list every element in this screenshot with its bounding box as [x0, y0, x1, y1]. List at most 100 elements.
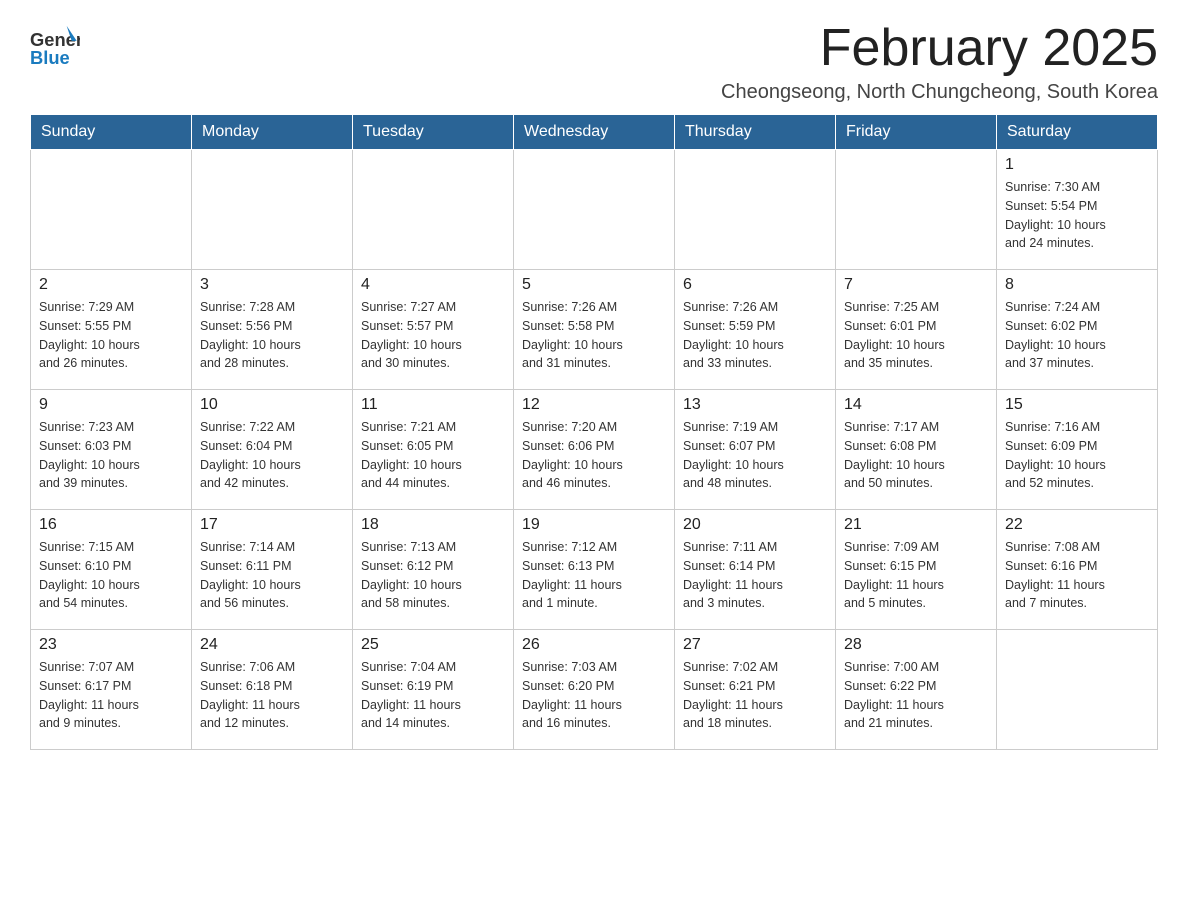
- calendar-cell: 14 Sunrise: 7:17 AM Sunset: 6:08 PM Dayli…: [836, 390, 997, 510]
- title-block: February 2025 Cheongseong, North Chungch…: [721, 20, 1158, 104]
- day-info: Sunrise: 7:00 AM Sunset: 6:22 PM Dayligh…: [844, 658, 988, 733]
- day-info: Sunrise: 7:08 AM Sunset: 6:16 PM Dayligh…: [1005, 538, 1149, 613]
- calendar-cell: 9 Sunrise: 7:23 AM Sunset: 6:03 PM Daylig…: [31, 390, 192, 510]
- day-number: 5: [522, 276, 666, 294]
- day-number: 15: [1005, 396, 1149, 414]
- day-number: 17: [200, 516, 344, 534]
- calendar-cell: 21 Sunrise: 7:09 AM Sunset: 6:15 PM Dayli…: [836, 510, 997, 630]
- day-info: Sunrise: 7:24 AM Sunset: 6:02 PM Dayligh…: [1005, 298, 1149, 373]
- day-info: Sunrise: 7:13 AM Sunset: 6:12 PM Dayligh…: [361, 538, 505, 613]
- calendar-cell: 25Sunrise: 7:04 AM Sunset: 6:19 PM Dayli…: [353, 630, 514, 750]
- calendar-cell: [997, 630, 1158, 750]
- day-number: 7: [844, 276, 988, 294]
- calendar-cell: 18 Sunrise: 7:13 AM Sunset: 6:12 PM Dayli…: [353, 510, 514, 630]
- day-number: 16: [39, 516, 183, 534]
- day-info: Sunrise: 7:22 AM Sunset: 6:04 PM Dayligh…: [200, 418, 344, 493]
- calendar-cell: 3 Sunrise: 7:28 AM Sunset: 5:56 PM Daylig…: [192, 270, 353, 390]
- day-number: 2: [39, 276, 183, 294]
- calendar-cell: 15 Sunrise: 7:16 AM Sunset: 6:09 PM Dayli…: [997, 390, 1158, 510]
- location-title: Cheongseong, North Chungcheong, South Ko…: [721, 81, 1158, 104]
- day-number: 24: [200, 636, 344, 654]
- day-number: 22: [1005, 516, 1149, 534]
- day-number: 28: [844, 636, 988, 654]
- day-info: Sunrise: 7:14 AM Sunset: 6:11 PM Dayligh…: [200, 538, 344, 613]
- day-number: 18: [361, 516, 505, 534]
- day-number: 8: [1005, 276, 1149, 294]
- calendar-header-row: SundayMondayTuesdayWednesdayThursdayFrid…: [31, 115, 1158, 150]
- day-number: 10: [200, 396, 344, 414]
- month-title: February 2025: [721, 20, 1158, 77]
- svg-text:Blue: Blue: [30, 47, 70, 68]
- calendar-cell: [514, 150, 675, 270]
- calendar-week-row: 2Sunrise: 7:29 AM Sunset: 5:55 PM Daylig…: [31, 270, 1158, 390]
- day-info: Sunrise: 7:20 AM Sunset: 6:06 PM Dayligh…: [522, 418, 666, 493]
- day-number: 25: [361, 636, 505, 654]
- day-info: Sunrise: 7:26 AM Sunset: 5:58 PM Dayligh…: [522, 298, 666, 373]
- calendar-cell: 8 Sunrise: 7:24 AM Sunset: 6:02 PM Daylig…: [997, 270, 1158, 390]
- day-info: Sunrise: 7:27 AM Sunset: 5:57 PM Dayligh…: [361, 298, 505, 373]
- day-number: 26: [522, 636, 666, 654]
- day-info: Sunrise: 7:17 AM Sunset: 6:08 PM Dayligh…: [844, 418, 988, 493]
- calendar-day-header-tuesday: Tuesday: [353, 115, 514, 150]
- calendar-table: SundayMondayTuesdayWednesdayThursdayFrid…: [30, 114, 1158, 750]
- day-info: Sunrise: 7:15 AM Sunset: 6:10 PM Dayligh…: [39, 538, 183, 613]
- day-number: 14: [844, 396, 988, 414]
- calendar-week-row: 9 Sunrise: 7:23 AM Sunset: 6:03 PM Daylig…: [31, 390, 1158, 510]
- day-info: Sunrise: 7:03 AM Sunset: 6:20 PM Dayligh…: [522, 658, 666, 733]
- calendar-day-header-sunday: Sunday: [31, 115, 192, 150]
- day-info: Sunrise: 7:12 AM Sunset: 6:13 PM Dayligh…: [522, 538, 666, 613]
- page-header: General Blue February 2025 Cheongseong, …: [30, 20, 1158, 104]
- calendar-cell: 22 Sunrise: 7:08 AM Sunset: 6:16 PM Dayli…: [997, 510, 1158, 630]
- calendar-day-header-monday: Monday: [192, 115, 353, 150]
- day-number: 23: [39, 636, 183, 654]
- calendar-cell: 26 Sunrise: 7:03 AM Sunset: 6:20 PM Dayli…: [514, 630, 675, 750]
- day-info: Sunrise: 7:07 AM Sunset: 6:17 PM Dayligh…: [39, 658, 183, 733]
- day-info: Sunrise: 7:09 AM Sunset: 6:15 PM Dayligh…: [844, 538, 988, 613]
- calendar-cell: 7 Sunrise: 7:25 AM Sunset: 6:01 PM Daylig…: [836, 270, 997, 390]
- calendar-cell: 6 Sunrise: 7:26 AM Sunset: 5:59 PM Daylig…: [675, 270, 836, 390]
- calendar-week-row: 16 Sunrise: 7:15 AM Sunset: 6:10 PM Dayli…: [31, 510, 1158, 630]
- day-number: 9: [39, 396, 183, 414]
- calendar-cell: [353, 150, 514, 270]
- calendar-day-header-thursday: Thursday: [675, 115, 836, 150]
- day-number: 4: [361, 276, 505, 294]
- calendar-cell: 20 Sunrise: 7:11 AM Sunset: 6:14 PM Dayli…: [675, 510, 836, 630]
- calendar-cell: 19 Sunrise: 7:12 AM Sunset: 6:13 PM Dayli…: [514, 510, 675, 630]
- calendar-week-row: 1Sunrise: 7:30 AM Sunset: 5:54 PM Daylig…: [31, 150, 1158, 270]
- day-number: 19: [522, 516, 666, 534]
- day-number: 11: [361, 396, 505, 414]
- day-info: Sunrise: 7:16 AM Sunset: 6:09 PM Dayligh…: [1005, 418, 1149, 493]
- day-info: Sunrise: 7:28 AM Sunset: 5:56 PM Dayligh…: [200, 298, 344, 373]
- day-number: 1: [1005, 156, 1149, 174]
- calendar-cell: 12Sunrise: 7:20 AM Sunset: 6:06 PM Dayli…: [514, 390, 675, 510]
- logo-icon: General Blue: [30, 20, 80, 75]
- calendar-day-header-friday: Friday: [836, 115, 997, 150]
- calendar-cell: [31, 150, 192, 270]
- calendar-cell: [836, 150, 997, 270]
- day-info: Sunrise: 7:06 AM Sunset: 6:18 PM Dayligh…: [200, 658, 344, 733]
- day-info: Sunrise: 7:11 AM Sunset: 6:14 PM Dayligh…: [683, 538, 827, 613]
- calendar-cell: 4 Sunrise: 7:27 AM Sunset: 5:57 PM Daylig…: [353, 270, 514, 390]
- calendar-cell: 23 Sunrise: 7:07 AM Sunset: 6:17 PM Dayli…: [31, 630, 192, 750]
- day-info: Sunrise: 7:25 AM Sunset: 6:01 PM Dayligh…: [844, 298, 988, 373]
- day-number: 6: [683, 276, 827, 294]
- day-info: Sunrise: 7:21 AM Sunset: 6:05 PM Dayligh…: [361, 418, 505, 493]
- calendar-cell: 27 Sunrise: 7:02 AM Sunset: 6:21 PM Dayli…: [675, 630, 836, 750]
- calendar-cell: 11 Sunrise: 7:21 AM Sunset: 6:05 PM Dayli…: [353, 390, 514, 510]
- calendar-cell: 1Sunrise: 7:30 AM Sunset: 5:54 PM Daylig…: [997, 150, 1158, 270]
- calendar-cell: 2Sunrise: 7:29 AM Sunset: 5:55 PM Daylig…: [31, 270, 192, 390]
- calendar-cell: 17 Sunrise: 7:14 AM Sunset: 6:11 PM Dayli…: [192, 510, 353, 630]
- day-number: 20: [683, 516, 827, 534]
- day-number: 3: [200, 276, 344, 294]
- calendar-cell: 28 Sunrise: 7:00 AM Sunset: 6:22 PM Dayli…: [836, 630, 997, 750]
- calendar-cell: 10 Sunrise: 7:22 AM Sunset: 6:04 PM Dayli…: [192, 390, 353, 510]
- calendar-cell: 5 Sunrise: 7:26 AM Sunset: 5:58 PM Daylig…: [514, 270, 675, 390]
- day-number: 21: [844, 516, 988, 534]
- day-number: 27: [683, 636, 827, 654]
- day-info: Sunrise: 7:23 AM Sunset: 6:03 PM Dayligh…: [39, 418, 183, 493]
- calendar-day-header-wednesday: Wednesday: [514, 115, 675, 150]
- day-info: Sunrise: 7:26 AM Sunset: 5:59 PM Dayligh…: [683, 298, 827, 373]
- day-info: Sunrise: 7:02 AM Sunset: 6:21 PM Dayligh…: [683, 658, 827, 733]
- calendar-cell: 13Sunrise: 7:19 AM Sunset: 6:07 PM Dayli…: [675, 390, 836, 510]
- calendar-cell: [192, 150, 353, 270]
